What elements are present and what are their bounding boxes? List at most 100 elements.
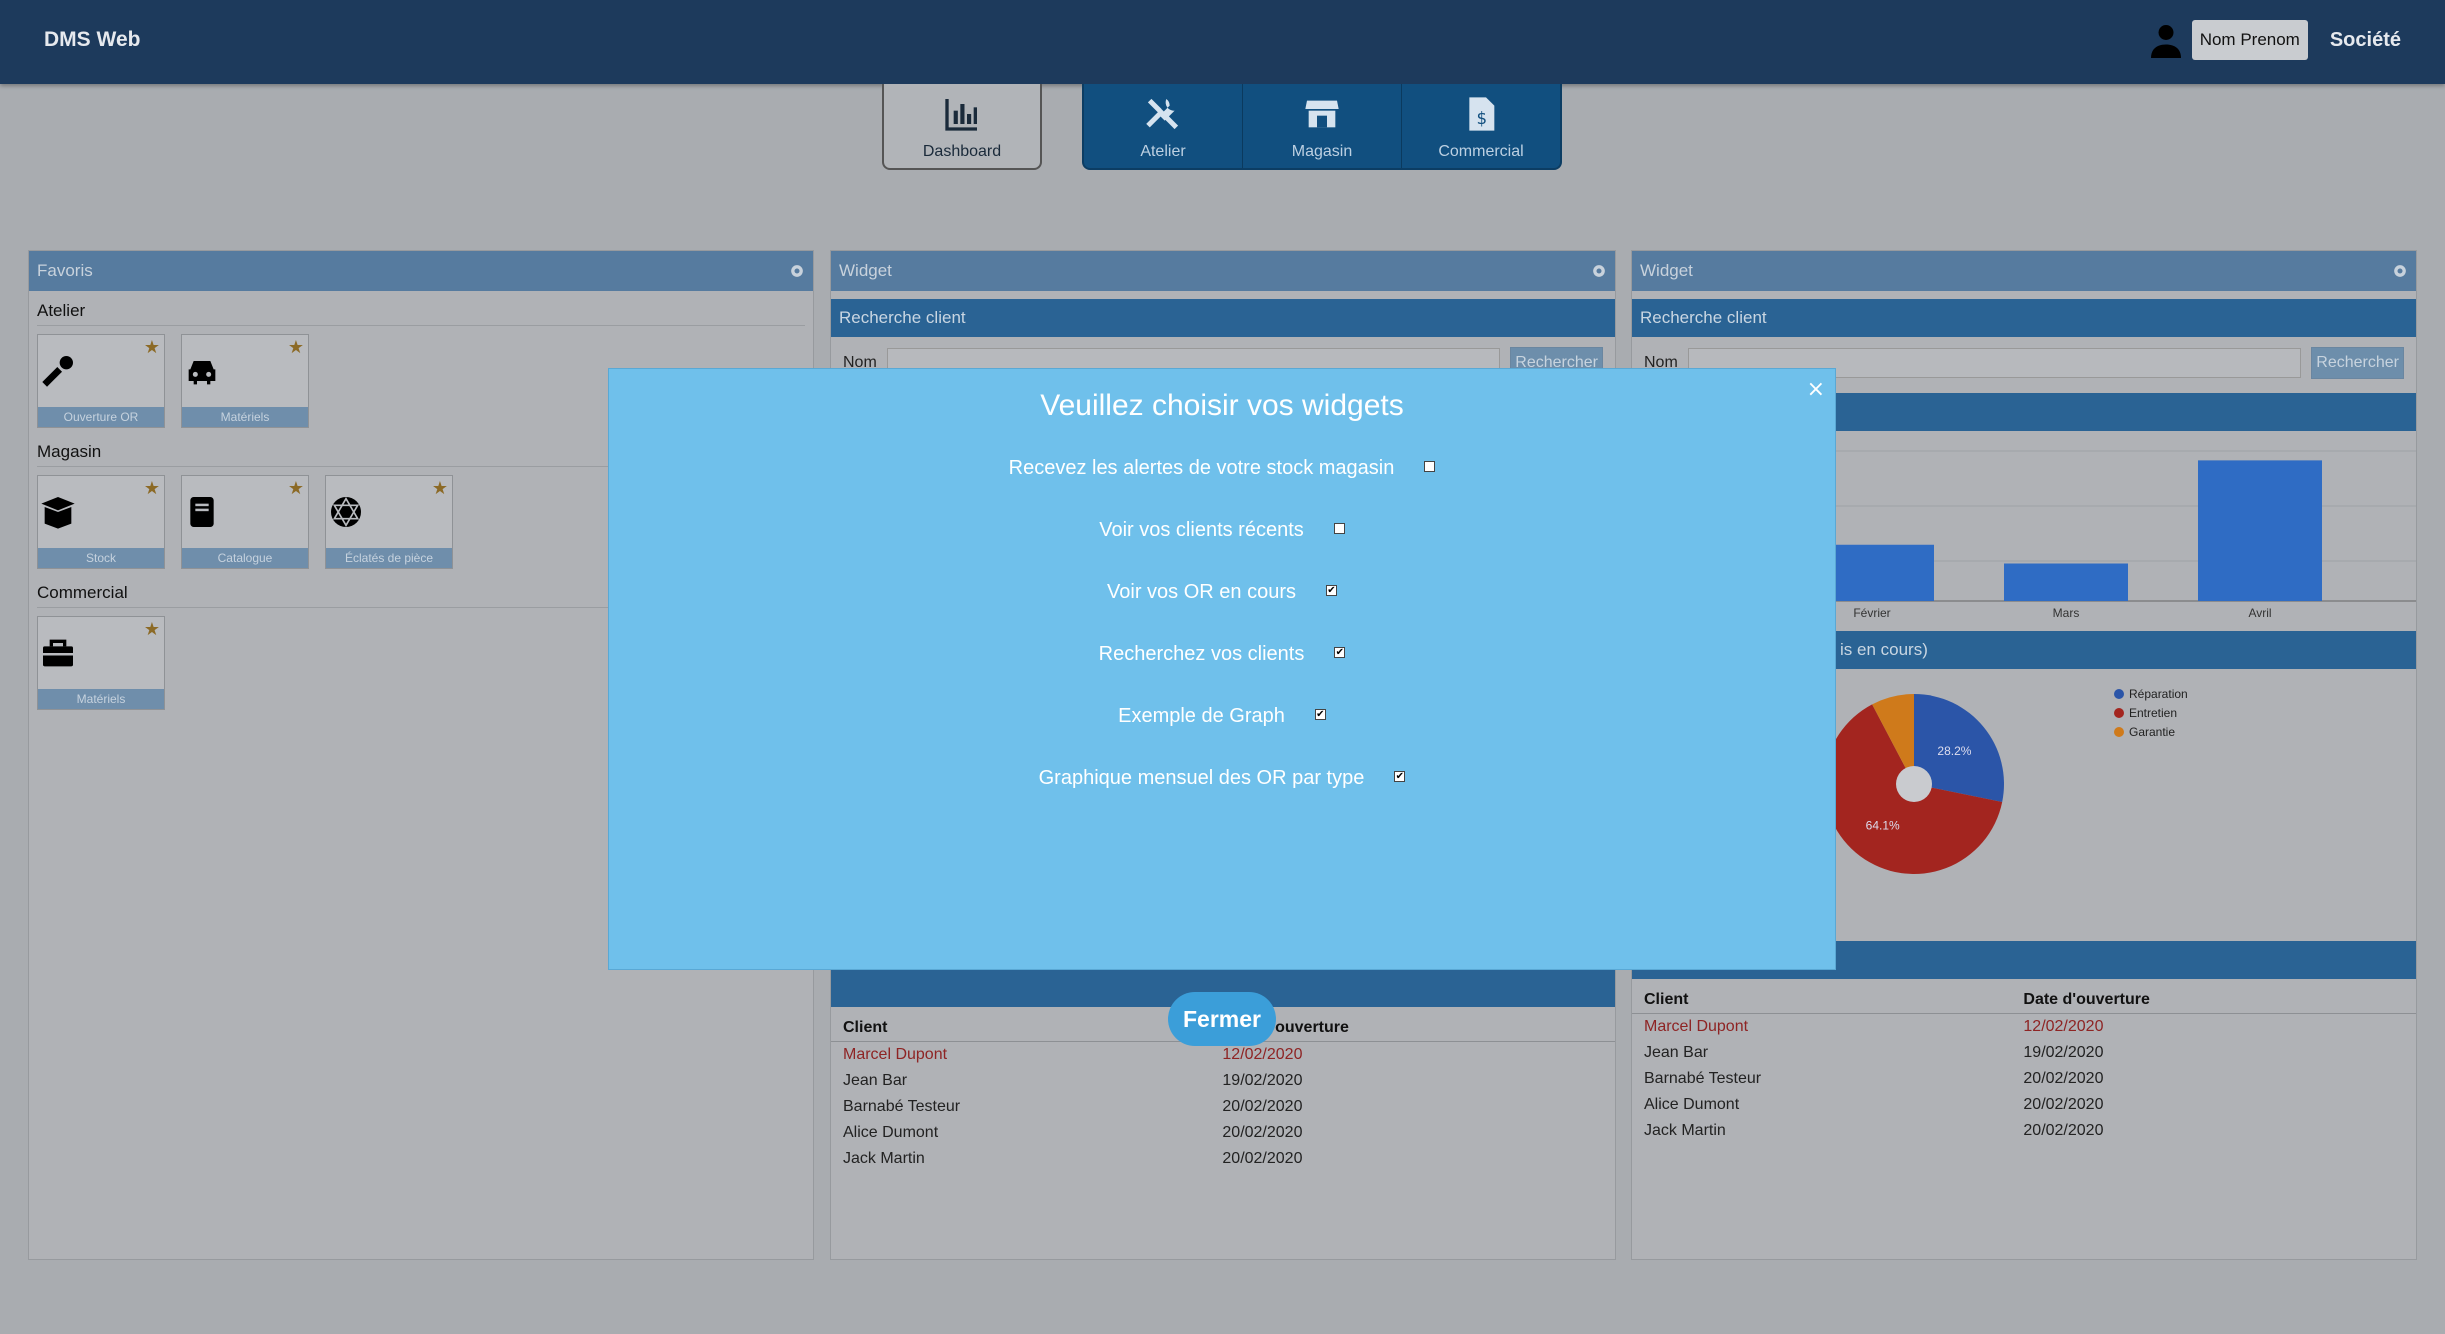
- nav-dashboard-label: Dashboard: [922, 143, 1002, 160]
- widget-title: Widget: [1640, 261, 1693, 280]
- favoris-header: Favoris: [29, 251, 813, 291]
- table-row[interactable]: Jean Bar 19/02/2020: [1632, 1040, 2416, 1066]
- star-icon[interactable]: ★: [432, 478, 448, 499]
- book-icon: [190, 497, 214, 527]
- widget-option: Recherchez vos clients ✔: [609, 643, 1835, 666]
- car-icon: [188, 361, 216, 385]
- cell-date: 20/02/2020: [2023, 1122, 2104, 1139]
- cell-date: 12/02/2020: [1222, 1046, 1303, 1063]
- app-title[interactable]: DMS Web: [44, 28, 140, 52]
- pie-hole: [1896, 766, 1932, 802]
- close-icon[interactable]: ×: [1807, 377, 1825, 402]
- table-row[interactable]: Alice Dumont 20/02/2020: [831, 1120, 1615, 1146]
- table-row[interactable]: Jack Martin 20/02/2020: [831, 1146, 1615, 1172]
- wrench-icon: [42, 356, 73, 387]
- cell-date: 12/02/2020: [2023, 1018, 2104, 1035]
- star-icon[interactable]: ★: [144, 619, 160, 640]
- nav-magasin[interactable]: Magasin: [1243, 84, 1402, 168]
- widget-header: Widget: [831, 251, 1615, 291]
- atom-icon: [331, 497, 361, 527]
- cell-date: 19/02/2020: [2023, 1044, 2104, 1061]
- star-icon[interactable]: ★: [144, 478, 160, 499]
- bar: [2198, 460, 2322, 601]
- user-button[interactable]: Nom Prenom: [2191, 20, 2308, 60]
- star-icon[interactable]: ★: [144, 337, 160, 358]
- cell-client: Jack Martin: [843, 1150, 925, 1167]
- col-date: Date d'ouverture: [2011, 987, 2416, 1014]
- widget-option: Voir vos OR en cours ✔: [609, 581, 1835, 604]
- fav-catalogue[interactable]: ★ Catalogue: [181, 475, 309, 569]
- legend-swatch: [2114, 727, 2124, 737]
- search-client-title: Recherche client: [831, 299, 1615, 337]
- legend-swatch: [2114, 708, 2124, 718]
- nav-atelier[interactable]: Atelier: [1084, 84, 1243, 168]
- star-icon[interactable]: ★: [288, 478, 304, 499]
- gear-icon[interactable]: [1589, 261, 1609, 281]
- cell-date: 20/02/2020: [2023, 1070, 2104, 1087]
- fav-label: Matériels: [182, 407, 308, 427]
- user-icon: [2150, 25, 2181, 58]
- invoice-icon: $: [1469, 97, 1495, 131]
- close-button[interactable]: Fermer: [1168, 992, 1276, 1046]
- clients-table: Client Date d'ouverture Marcel Dupont 12/…: [1632, 987, 2416, 1144]
- star-icon[interactable]: ★: [288, 337, 304, 358]
- fav-materiels-commercial[interactable]: ★ Matériels: [37, 616, 165, 710]
- bar: [2004, 563, 2128, 601]
- table-row[interactable]: Barnabé Testeur 20/02/2020: [1632, 1066, 2416, 1092]
- nav-commercial[interactable]: $ Commercial: [1402, 84, 1560, 168]
- tick-label: Avril: [2248, 606, 2271, 620]
- cell-client: Jack Martin: [1644, 1122, 1726, 1139]
- top-bar: DMS Web Nom Prenom Société: [0, 0, 2445, 84]
- tick-label: Février: [1853, 606, 1890, 620]
- search-button[interactable]: Rechercher: [2311, 347, 2404, 379]
- modal-title: Veuillez choisir vos widgets: [1040, 389, 1404, 422]
- nav-commercial-label: Commercial: [1438, 143, 1524, 160]
- checkbox-checked[interactable]: ✔: [1394, 771, 1406, 783]
- widget-chooser-modal: × Veuillez choisir vos widgets Recevez l…: [608, 368, 1836, 970]
- widget-title: Widget: [839, 261, 892, 280]
- cell-date: 20/02/2020: [1222, 1124, 1303, 1141]
- fav-ouverture-or[interactable]: ★ Ouverture OR: [37, 334, 165, 428]
- svg-text:$: $: [1477, 109, 1488, 128]
- widget-option-label: Recherchez vos clients: [1098, 643, 1305, 665]
- widget-option: Exemple de Graph ✔: [609, 705, 1835, 728]
- company-label[interactable]: Société: [2330, 29, 2401, 52]
- nav-group: Atelier Magasin $ Commercial: [1082, 84, 1562, 170]
- gear-icon[interactable]: [787, 261, 807, 281]
- store-icon: [1305, 100, 1339, 128]
- cell-client: Marcel Dupont: [1644, 1018, 1749, 1035]
- table-row[interactable]: Marcel Dupont 12/02/2020: [1632, 1014, 2416, 1041]
- gear-icon[interactable]: [2390, 261, 2410, 281]
- checkbox-checked[interactable]: ✔: [1334, 647, 1346, 659]
- table-row[interactable]: Jean Bar 19/02/2020: [831, 1068, 1615, 1094]
- checkbox-unchecked[interactable]: [1424, 461, 1436, 473]
- fav-label: Ouverture OR: [38, 407, 164, 427]
- fav-label: Matériels: [38, 689, 164, 709]
- widget-option-label: Graphique mensuel des OR par type: [1038, 767, 1365, 789]
- cell-client: Alice Dumont: [1644, 1096, 1740, 1113]
- cell-date: 20/02/2020: [2023, 1096, 2104, 1113]
- table-row[interactable]: Alice Dumont 20/02/2020: [1632, 1092, 2416, 1118]
- widget-option: Recevez les alertes de votre stock magas…: [609, 457, 1835, 480]
- col-client: Client: [1632, 987, 2012, 1014]
- checkbox-checked[interactable]: ✔: [1314, 709, 1326, 721]
- fav-eclates[interactable]: ★ Éclatés de pièce: [325, 475, 453, 569]
- nav-dashboard[interactable]: Dashboard: [882, 84, 1042, 170]
- legend-label: Réparation: [2129, 687, 2188, 701]
- cell-client: Barnabé Testeur: [843, 1098, 961, 1115]
- checkbox-checked[interactable]: ✔: [1325, 585, 1337, 597]
- fav-stock[interactable]: ★ Stock: [37, 475, 165, 569]
- table-row[interactable]: Barnabé Testeur 20/02/2020: [831, 1094, 1615, 1120]
- legend-label: Garantie: [2129, 725, 2175, 739]
- toolbox-icon: [43, 639, 73, 667]
- widget-option-label: Voir vos clients récents: [1099, 519, 1304, 541]
- pie-value-label: 64.1%: [1866, 819, 1900, 833]
- widget-option: Voir vos clients récents: [609, 519, 1835, 542]
- pie-value-label: 28.2%: [1937, 744, 1971, 758]
- table-row[interactable]: Jack Martin 20/02/2020: [1632, 1118, 2416, 1144]
- cell-date: 19/02/2020: [1222, 1072, 1303, 1089]
- checkbox-unchecked[interactable]: [1333, 523, 1345, 535]
- section-atelier: Atelier: [37, 301, 805, 326]
- legend-swatch: [2114, 689, 2124, 699]
- fav-materiels-atelier[interactable]: ★ Matériels: [181, 334, 309, 428]
